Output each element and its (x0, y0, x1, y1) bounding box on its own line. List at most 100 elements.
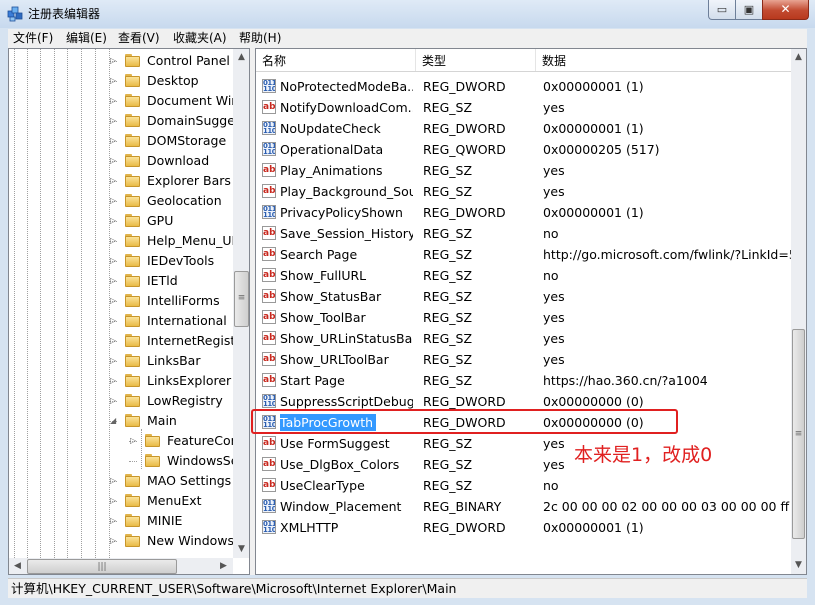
expand-arrow-icon[interactable]: ▷ (110, 151, 118, 171)
tree-item-label: Main (147, 413, 177, 428)
expand-arrow-icon[interactable]: ▷ (110, 531, 118, 551)
tree-hscroll-thumb[interactable]: ||| (27, 559, 177, 574)
column-header-type[interactable]: 类型 (416, 49, 536, 71)
column-header-data[interactable]: 数据 (536, 49, 792, 71)
tree-item[interactable]: ▷ LowRegistry (9, 391, 233, 411)
tree-item[interactable]: ▷ Download (9, 151, 233, 171)
tree-horizontal-scrollbar[interactable]: ◀ ||| ▶ (9, 558, 233, 574)
tree-item[interactable]: ▷ MenuExt (9, 491, 233, 511)
tree-item[interactable]: ▷ LinksExplorer (9, 371, 233, 391)
tree-vertical-scrollbar[interactable]: ▲ ≡ ▼ (233, 49, 249, 558)
menu-help[interactable]: 帮助(H) (239, 31, 281, 46)
expand-arrow-icon[interactable]: ▷ (110, 111, 118, 131)
tree-item-label: IntelliForms (147, 293, 220, 308)
tree-item[interactable]: ◢ Main (9, 411, 233, 431)
values-list-pane[interactable]: 名称 类型 数据 011 110 NoProtectedModeBa... REG_… (255, 48, 807, 575)
tree-scroll-right-button[interactable]: ▶ (215, 558, 232, 574)
tree-item[interactable]: ▷ International (9, 311, 233, 331)
close-button[interactable]: ✕ (762, 0, 809, 20)
expand-arrow-icon[interactable]: ▷ (110, 491, 118, 511)
value-row[interactable]: 011 110 XMLHTTP REG_DWORD 0x00000001 (1) (256, 517, 792, 538)
value-row[interactable]: ab Save_Session_History_... REG_SZ no (256, 223, 792, 244)
tree-item[interactable]: ▷ GPU (9, 211, 233, 231)
column-header-name[interactable]: 名称 (256, 49, 416, 71)
expand-arrow-icon[interactable]: ▷ (110, 191, 118, 211)
tree-item[interactable]: ▷ IETld (9, 271, 233, 291)
value-row[interactable]: ab Show_FullURL REG_SZ no (256, 265, 792, 286)
value-row[interactable]: ab Play_Animations REG_SZ yes (256, 160, 792, 181)
expand-arrow-icon[interactable]: ▷ (130, 431, 138, 451)
string-value-icon: ab (262, 478, 276, 492)
value-row[interactable]: ab Play_Background_Sou... REG_SZ yes (256, 181, 792, 202)
tree-item[interactable]: ▷ LinksBar (9, 351, 233, 371)
tree-item[interactable]: ▷ MINIE (9, 511, 233, 531)
expand-arrow-icon[interactable]: ▷ (110, 271, 118, 291)
tree-item[interactable]: ▷ Explorer Bars (9, 171, 233, 191)
expand-arrow-icon[interactable]: ▷ (110, 211, 118, 231)
collapse-arrow-icon[interactable]: ◢ (110, 411, 118, 431)
value-row[interactable]: 011 110 OperationalData REG_QWORD 0x0000020… (256, 139, 792, 160)
value-row[interactable]: ab Show_URLToolBar REG_SZ yes (256, 349, 792, 370)
expand-arrow-icon[interactable]: ▷ (110, 71, 118, 91)
expand-arrow-icon[interactable]: ▷ (110, 91, 118, 111)
expand-arrow-icon[interactable]: ▷ (110, 511, 118, 531)
expand-arrow-icon[interactable]: ▷ (110, 51, 118, 71)
tree-item[interactable]: ▷ Help_Menu_UR (9, 231, 240, 251)
tree-item[interactable]: ▷ InternetRegistr (9, 331, 240, 351)
expand-arrow-icon[interactable]: ▷ (110, 131, 118, 151)
tree-item[interactable]: ▷ DomainSugges (9, 111, 241, 131)
list-vertical-scrollbar[interactable]: ▲ ≡ ▼ (791, 49, 806, 574)
tree-item[interactable]: ▷ Control Panel (9, 51, 233, 71)
tree-item[interactable]: ▷ FeatureCon (9, 431, 239, 451)
menu-view[interactable]: 查看(V) (118, 31, 160, 46)
expand-arrow-icon[interactable]: ▷ (110, 471, 118, 491)
value-row[interactable]: ab Show_ToolBar REG_SZ yes (256, 307, 792, 328)
expand-arrow-icon[interactable]: ▷ (110, 371, 118, 391)
value-data: 0x00000001 (1) (543, 79, 644, 94)
tree-item[interactable]: WindowsSe (9, 451, 238, 471)
expand-arrow-icon[interactable]: ▷ (110, 291, 118, 311)
expand-arrow-icon[interactable]: ▷ (110, 391, 118, 411)
tree-item[interactable]: ▷ IntelliForms (9, 291, 233, 311)
tree-item[interactable]: ▷ Document Win (9, 91, 239, 111)
value-row[interactable]: ab Show_StatusBar REG_SZ yes (256, 286, 792, 307)
expand-arrow-icon[interactable]: ▷ (110, 231, 118, 251)
value-data: yes (543, 310, 565, 325)
value-row[interactable]: 011 110 PrivacyPolicyShown REG_DWORD 0x0000… (256, 202, 792, 223)
value-row[interactable]: ab UseClearType REG_SZ no (256, 475, 792, 496)
tree-item[interactable]: ▷ Desktop (9, 71, 233, 91)
tree-item[interactable]: ▷ DOMStorage (9, 131, 233, 151)
list-scroll-down-button[interactable]: ▼ (790, 557, 806, 574)
value-row[interactable]: 011 110 NoProtectedModeBa... REG_DWORD 0x00… (256, 76, 792, 97)
expand-arrow-icon[interactable]: ▷ (110, 351, 118, 371)
value-row[interactable]: ab Show_URLinStatusBar REG_SZ yes (256, 328, 792, 349)
tree-scroll-down-button[interactable]: ▼ (233, 541, 249, 558)
value-row[interactable]: 011 110 NoUpdateCheck REG_DWORD 0x00000001 … (256, 118, 792, 139)
tree-item[interactable]: ▷ Geolocation (9, 191, 233, 211)
expand-arrow-icon[interactable]: ▷ (110, 171, 118, 191)
maximize-button[interactable]: ▣ (735, 0, 763, 20)
menu-edit[interactable]: 编辑(E) (66, 31, 107, 46)
tree-scroll-thumb[interactable]: ≡ (234, 271, 249, 327)
value-row[interactable]: ab NotifyDownloadCom... REG_SZ yes (256, 97, 792, 118)
value-row[interactable]: ab Search Page REG_SZ http://go.microsoft.c… (256, 244, 793, 265)
value-row[interactable]: 011 110 Window_Placement REG_BINARY 2c 00 0… (256, 496, 793, 517)
tree-scroll-left-button[interactable]: ◀ (9, 558, 26, 574)
list-scroll-thumb[interactable]: ≡ (792, 329, 805, 539)
expand-arrow-icon[interactable]: ▷ (110, 251, 118, 271)
minimize-button[interactable]: ▭ (708, 0, 736, 20)
key-tree-pane[interactable]: ▷ Control Panel ▷ Desktop ▷ Document Win ▷ Doma… (8, 48, 250, 575)
folder-icon (125, 194, 141, 208)
tree-item[interactable]: ▷ MAO Settings (9, 471, 233, 491)
expand-arrow-icon[interactable]: ▷ (110, 331, 118, 351)
menu-file[interactable]: 文件(F) (13, 31, 53, 46)
list-scroll-up-button[interactable]: ▲ (790, 49, 806, 66)
menu-favorites[interactable]: 收藏夹(A) (173, 31, 227, 46)
tree-scroll-up-button[interactable]: ▲ (233, 49, 249, 66)
title-bar[interactable]: 注册表编辑器 ▭ ▣ ✕ (0, 0, 815, 28)
value-row[interactable]: ab Start Page REG_SZ https://hao.360.cn/?a1… (256, 370, 792, 391)
tree-item[interactable]: ▷ New Windows (9, 531, 234, 551)
value-data: 0x00000001 (1) (543, 121, 644, 136)
expand-arrow-icon[interactable]: ▷ (110, 311, 118, 331)
tree-item[interactable]: ▷ IEDevTools (9, 251, 233, 271)
